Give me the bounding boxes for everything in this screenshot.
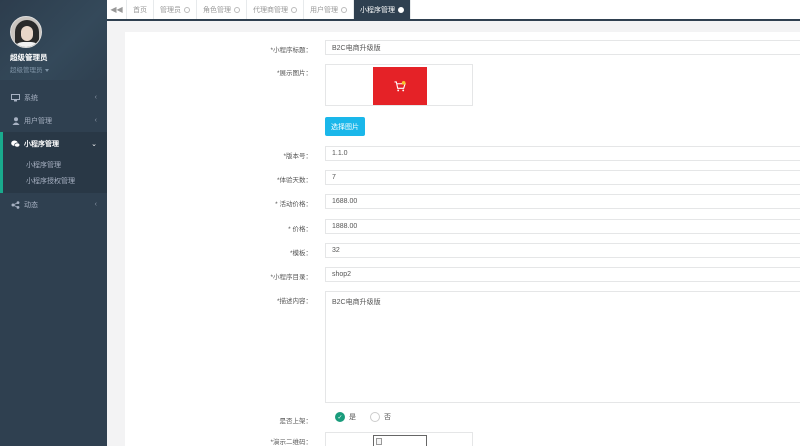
form-panel: *小程序标题： B2C电商升级版 *展示图片： 选择图片 *版本号： 1.1.0: [125, 32, 800, 446]
user-icon: [11, 116, 20, 125]
directory-input[interactable]: shop2: [325, 267, 800, 282]
nav-item-label: 动态: [24, 201, 38, 209]
nav-item-dynamics[interactable]: 动态 ‹: [0, 193, 107, 216]
profile: 超级管理员 超级管理员: [0, 0, 107, 80]
listed-yes-radio[interactable]: ✓ 是: [335, 412, 356, 422]
nav-item-system[interactable]: 系统 ‹: [0, 86, 107, 109]
price-input[interactable]: 1888.00: [325, 219, 800, 234]
broken-image-icon: [376, 438, 382, 445]
chevron-left-icon: ‹: [94, 201, 97, 208]
chevron-left-icon: ‹: [94, 117, 97, 124]
qr-image: [373, 435, 427, 446]
price-label: * 价格：: [288, 226, 312, 233]
radio-empty-icon: [370, 412, 380, 422]
caret-down-icon: [44, 68, 49, 72]
radio-label: 否: [384, 414, 391, 421]
tab-miniprogram[interactable]: 小程序管理: [354, 0, 411, 19]
select-image-button[interactable]: 选择图片: [325, 117, 365, 136]
wechat-icon: [11, 139, 20, 148]
user-name: 超级管理员: [10, 53, 48, 62]
avatar[interactable]: [10, 16, 42, 48]
image-label: *展示图片：: [276, 70, 312, 77]
listed-no-radio[interactable]: 否: [370, 412, 391, 422]
chevron-left-icon: ‹: [94, 94, 97, 101]
subnav-miniprogram-authorization[interactable]: 小程序授权管理: [3, 173, 107, 189]
tab-admins[interactable]: 管理员: [154, 0, 197, 19]
tab-bar: ◀◀ 首页 管理员 角色管理 代理商管理 用户管理 小程序管理: [107, 0, 800, 21]
promo-price-input[interactable]: 1688.00: [325, 194, 800, 209]
tab-label: 管理员: [160, 6, 181, 14]
user-role: 超级管理员: [10, 67, 43, 74]
tab-users[interactable]: 用户管理: [304, 0, 354, 19]
title-label: *小程序标题：: [270, 47, 312, 54]
trial-days-label: *体验天数：: [276, 177, 312, 184]
nav-item-miniprogram-management[interactable]: 小程序管理 ⌄: [0, 132, 107, 155]
version-label: *版本号：: [283, 153, 312, 160]
product-thumbnail: [373, 67, 427, 105]
nav-item-user-management[interactable]: 用户管理 ‹: [0, 109, 107, 132]
close-icon[interactable]: [291, 6, 297, 13]
tab-label: 用户管理: [310, 6, 338, 14]
sidebar: 超级管理员 超级管理员 系统 ‹ 用户管理 ‹ 小程序管理 ⌄ 小程序管理 小程…: [0, 0, 107, 446]
monitor-icon: [11, 93, 20, 102]
tab-label: 首页: [133, 6, 147, 14]
check-icon: ✓: [335, 412, 345, 422]
promo-price-label: * 活动价格：: [275, 201, 312, 208]
tab-home[interactable]: 首页: [127, 0, 154, 19]
version-input[interactable]: 1.1.0: [325, 146, 800, 161]
cart-icon: [394, 80, 406, 91]
close-icon[interactable]: [398, 6, 404, 13]
template-label: *模板：: [289, 250, 312, 257]
qr-preview-box[interactable]: [325, 432, 473, 446]
main-content: *小程序标题： B2C电商升级版 *展示图片： 选择图片 *版本号： 1.1.0: [107, 23, 800, 446]
tab-roles[interactable]: 角色管理: [197, 0, 247, 19]
user-role-dropdown[interactable]: 超级管理员: [10, 64, 107, 74]
chevron-down-icon: ⌄: [91, 140, 97, 148]
nav-item-label: 系统: [24, 94, 38, 102]
image-preview-box[interactable]: [325, 64, 473, 106]
tab-label: 角色管理: [203, 6, 231, 14]
submenu: 小程序管理 小程序授权管理: [0, 155, 107, 193]
close-icon[interactable]: [184, 6, 190, 13]
template-input[interactable]: 32: [325, 243, 800, 258]
tab-scroll-left-button[interactable]: ◀◀: [107, 0, 127, 19]
title-input[interactable]: B2C电商升级版: [325, 40, 800, 55]
qr-label: *演示二维码：: [270, 439, 312, 446]
trial-days-input[interactable]: 7: [325, 170, 800, 185]
nav-item-label: 小程序管理: [24, 140, 59, 148]
radio-label: 是: [349, 414, 356, 421]
description-textarea[interactable]: B2C电商升级版: [325, 291, 800, 403]
description-label: *描述内容：: [276, 298, 312, 305]
listed-label: 是否上架：: [279, 418, 313, 425]
nav-item-label: 用户管理: [24, 117, 52, 125]
listed-radio-group: ✓ 是 否: [335, 412, 405, 422]
tab-label: 小程序管理: [360, 6, 395, 14]
tab-label: 代理商管理: [253, 6, 288, 14]
directory-label: *小程序目录：: [270, 274, 312, 281]
tab-agents[interactable]: 代理商管理: [247, 0, 304, 19]
share-icon: [11, 200, 20, 209]
close-icon[interactable]: [234, 6, 240, 13]
close-icon[interactable]: [341, 6, 347, 13]
subnav-miniprogram-management[interactable]: 小程序管理: [3, 157, 107, 173]
